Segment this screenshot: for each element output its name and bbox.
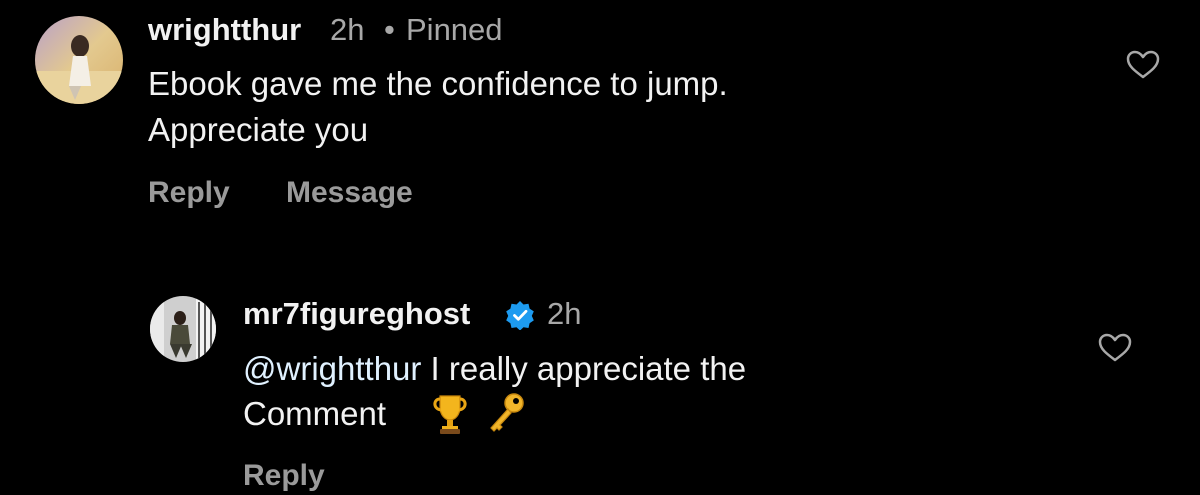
meta-separator: •: [384, 12, 395, 47]
reply-text-rest: I really appreciate the: [421, 350, 747, 387]
mention-link[interactable]: @wrightthur: [243, 350, 421, 387]
comment-username[interactable]: wrightthur: [148, 12, 301, 48]
reply-username[interactable]: mr7figureghost: [243, 296, 470, 332]
comment-text-line-2: Appreciate you: [148, 111, 369, 148]
heart-outline-icon[interactable]: [1126, 50, 1160, 80]
pinned-label: Pinned: [406, 12, 503, 47]
reply-button-2[interactable]: Reply: [243, 459, 325, 493]
verified-badge-icon: [505, 300, 535, 331]
key-icon: [486, 392, 526, 436]
heart-outline-icon[interactable]: [1098, 333, 1132, 363]
reply-timestamp: 2h: [547, 296, 582, 331]
reply-button[interactable]: Reply: [148, 176, 230, 210]
comment-text-line-1: Ebook gave me the confidence to jump.: [148, 65, 728, 102]
avatar-wrightthur[interactable]: [35, 16, 123, 104]
reply-text-line-1: @wrightthur I really appreciate the: [243, 350, 746, 388]
message-button[interactable]: Message: [286, 176, 413, 210]
avatar-mr7figureghost[interactable]: [150, 296, 216, 362]
reply-text-line-2: Comment: [243, 395, 387, 432]
trophy-icon: [430, 393, 470, 435]
comment-timestamp: 2h: [330, 12, 365, 47]
